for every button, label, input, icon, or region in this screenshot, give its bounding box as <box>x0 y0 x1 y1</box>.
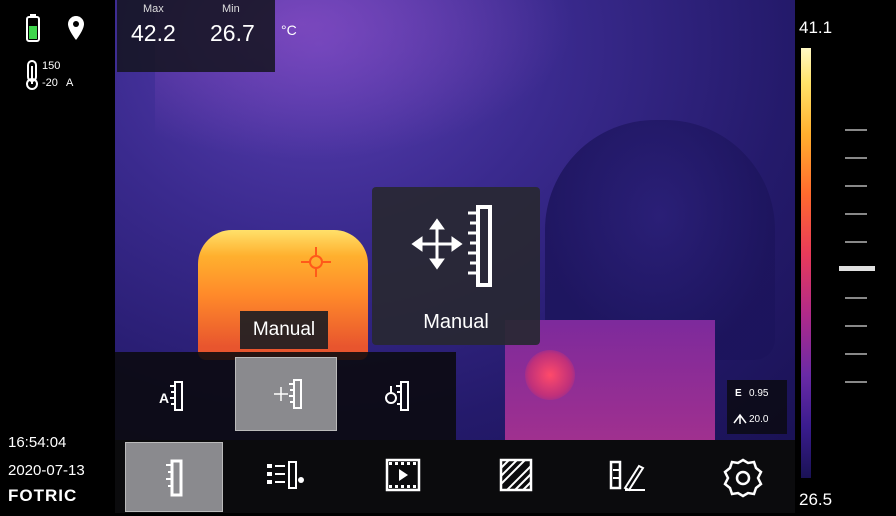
manual-scale-icon <box>274 379 302 409</box>
crosshair-icon <box>301 247 331 277</box>
time-label: 16:54:04 <box>8 434 67 451</box>
range-mode: A <box>66 77 74 89</box>
auto-scale-button[interactable]: A <box>145 368 201 424</box>
scale-icon <box>166 459 183 497</box>
location-pin-icon <box>68 16 84 40</box>
max-label: Max <box>143 3 164 15</box>
range-high: 150 <box>42 60 61 72</box>
max-value: 42.2 <box>131 20 176 46</box>
bottom-toolbar <box>115 440 795 513</box>
palette-adjust-button[interactable] <box>255 450 315 506</box>
edit-icon <box>609 460 645 492</box>
edit-button[interactable] <box>599 450 659 506</box>
touch-scale-icon <box>385 381 409 411</box>
temperature-readout: Max 42.2 Min 26.7 <box>117 0 275 72</box>
settings-icon <box>723 458 763 498</box>
color-scale-panel: 41.1 26.5 <box>795 0 896 513</box>
video-icon <box>385 458 421 492</box>
thermal-image-view[interactable]: Max 42.2 Min 26.7 °C Manual Manual A E 0… <box>115 0 795 440</box>
emissivity-value: 0.95 <box>749 388 769 399</box>
brand-logo: FOTRIC <box>8 486 78 505</box>
mode-popup: Manual <box>372 187 540 345</box>
tooltip-label: Manual <box>252 319 316 340</box>
thermometer-icon <box>24 60 40 90</box>
distance-icon <box>733 413 747 425</box>
color-bar <box>801 48 811 478</box>
min-value: 26.7 <box>210 20 255 46</box>
auto-scale-icon: A <box>159 381 183 411</box>
palette-adjust-icon <box>267 461 304 489</box>
popup-label: Manual <box>423 311 489 333</box>
unit-label: °C <box>281 22 297 38</box>
scale-submenu: A <box>115 352 456 440</box>
emissivity-label: E <box>735 388 742 399</box>
manual-scale-button[interactable] <box>235 357 337 431</box>
min-label: Min <box>222 3 240 15</box>
manual-scale-icon <box>406 199 506 289</box>
scale-ticks[interactable] <box>837 120 877 410</box>
settings-button[interactable] <box>713 450 773 506</box>
range-low: -20 <box>42 77 58 89</box>
scale-bottom-value: 26.5 <box>799 490 833 509</box>
image-mode-button[interactable] <box>487 450 547 506</box>
scale-button[interactable] <box>125 442 223 512</box>
manual-tooltip: Manual <box>240 311 328 349</box>
left-status-panel: 150 -20 A 16:54:04 2020-07-13 FOTRIC <box>0 0 115 513</box>
battery-icon <box>26 14 40 42</box>
date-label: 2020-07-13 <box>8 462 85 479</box>
hot-spot <box>525 350 575 400</box>
touch-scale-button[interactable] <box>371 368 427 424</box>
image-mode-icon <box>499 458 533 492</box>
scale-top-value: 41.1 <box>799 18 833 37</box>
parameters-box: E 0.95 20.0 <box>727 380 787 434</box>
video-button[interactable] <box>373 450 433 506</box>
distance-value: 20.0 <box>749 414 769 425</box>
svg-text:A: A <box>159 390 169 406</box>
